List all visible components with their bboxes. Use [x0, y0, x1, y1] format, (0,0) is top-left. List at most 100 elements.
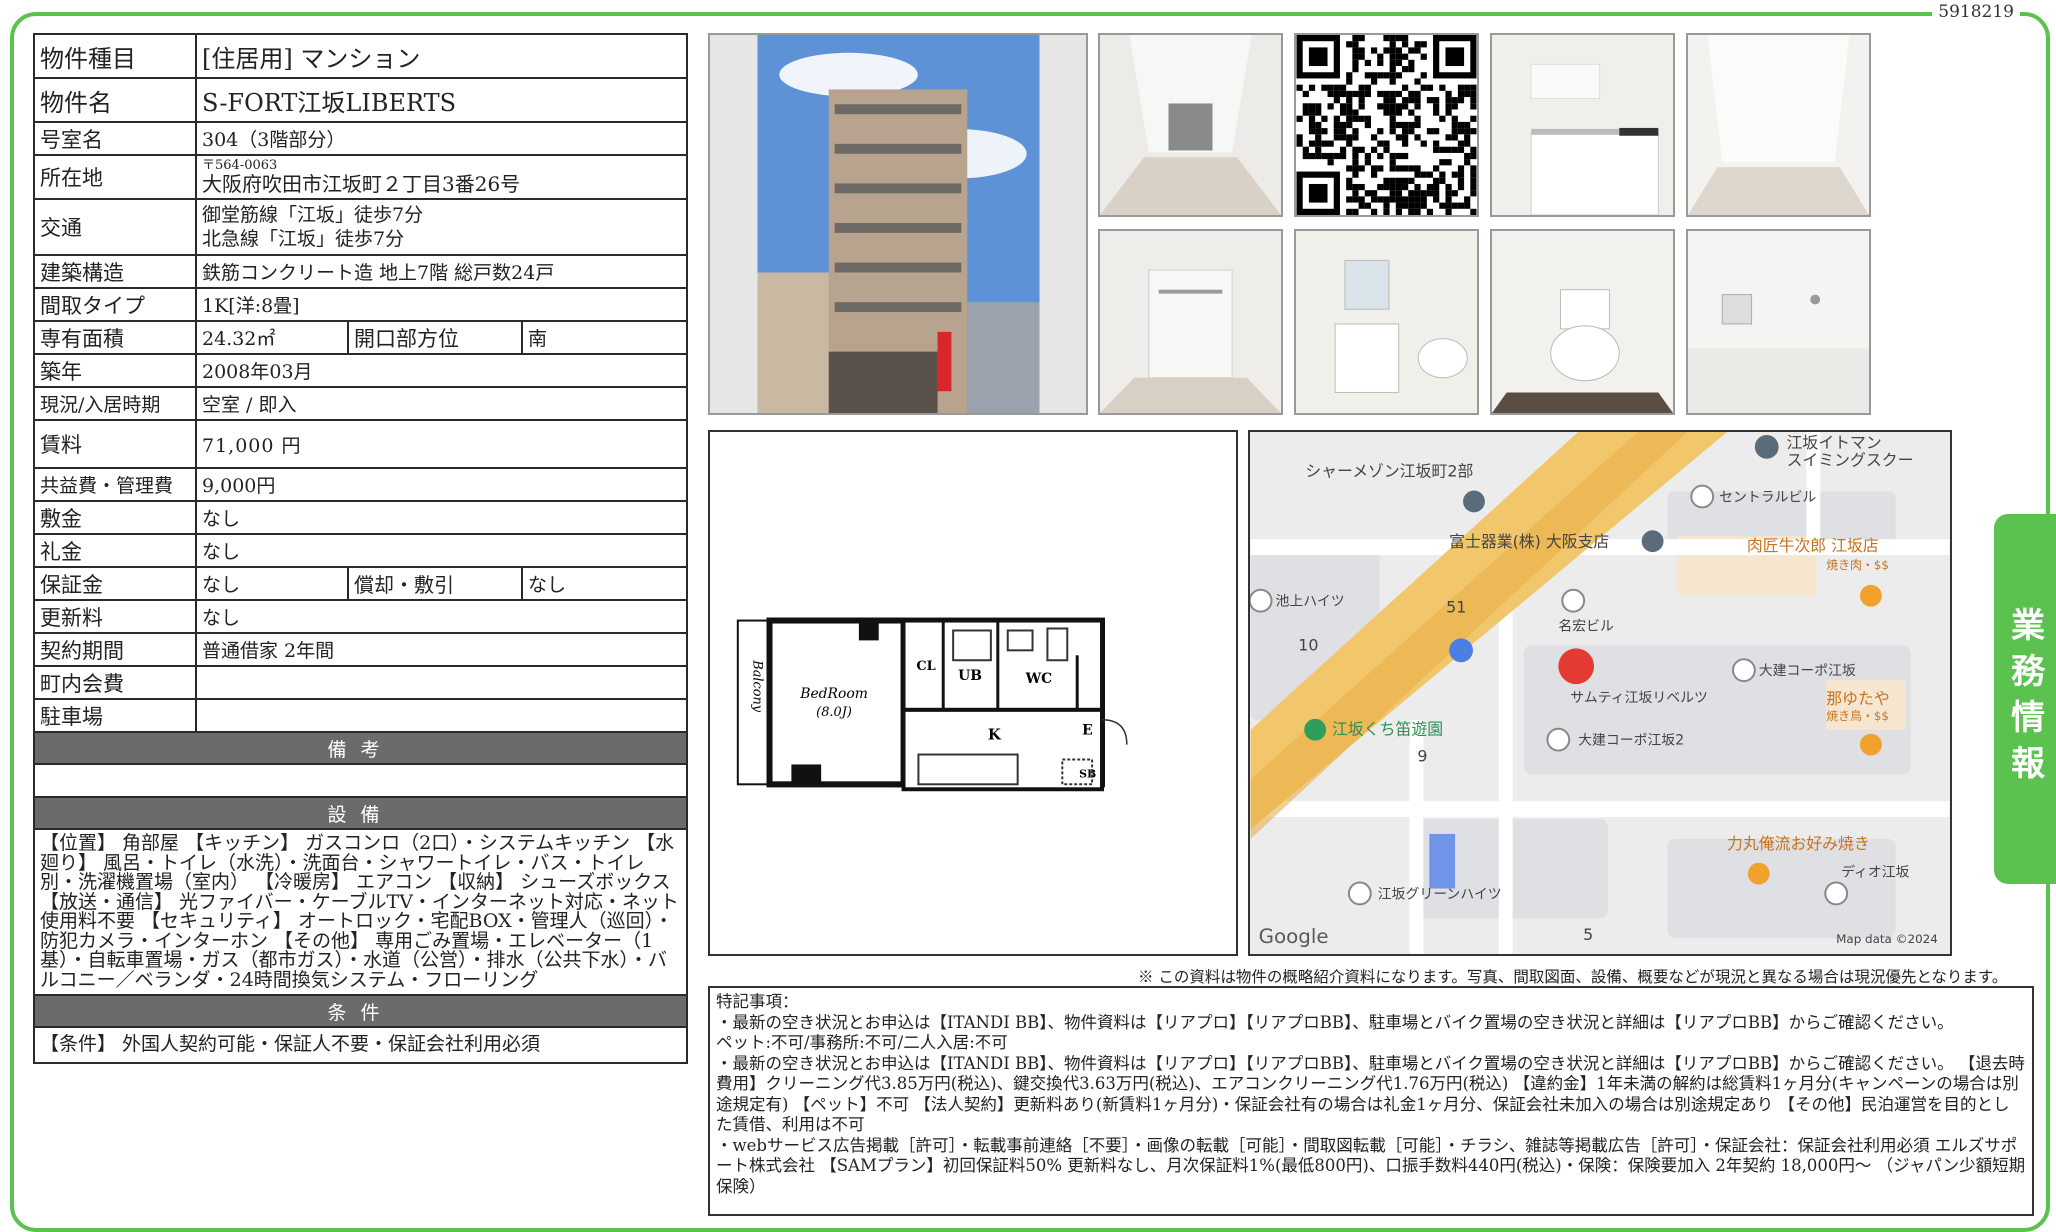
map-label-central: セントラルビル — [1719, 489, 1816, 505]
disclaimer-text: ※ この資料は物件の概略紹介資料になります。写真、間取図面、設備、概要などが現況… — [1138, 968, 2008, 986]
amort-label: 償却・敷引 — [347, 566, 523, 601]
balcony-label: Balcony — [750, 659, 765, 713]
location-map[interactable]: 江坂イトマン スイミングスクー シャーメゾン江坂町2部 セントラルビル 富士器業… — [1248, 430, 1952, 956]
key-money-value: なし — [194, 533, 689, 568]
map-num-5: 5 — [1583, 925, 1593, 944]
conditions-body: 【条件】 外国人契約可能・保証人不要・保証会社利用必須 — [32, 1026, 689, 1064]
map-num-10: 10 — [1298, 635, 1318, 654]
guarantee-value: なし — [195, 566, 349, 601]
map-label-ikegami: 池上ハイツ — [1275, 594, 1344, 610]
contract-value: 普通借家 2年間 — [194, 632, 689, 667]
renewal-value: なし — [194, 599, 689, 634]
shoebox-label: SB — [1079, 767, 1096, 780]
type-label: 物件種目 — [33, 33, 197, 79]
address-label: 所在地 — [33, 154, 197, 200]
remarks-line: ・最新の空き状況とお申込は【ITANDI BB】、物件資料は【リアプロ】【リアプ… — [716, 1012, 1954, 1032]
map-num-9: 9 — [1417, 746, 1427, 765]
layout-value: 1K[洋:8畳] — [194, 287, 689, 322]
map-label-green-heights: 江坂グリーンハイツ — [1378, 886, 1502, 902]
fee-value: 9,000円 — [194, 467, 689, 502]
kitchen-label: K — [988, 726, 1002, 744]
parking-value — [194, 698, 689, 733]
map-num-51: 51 — [1446, 598, 1466, 617]
map-label-daiken: 大建コーポ江坂 — [1759, 663, 1856, 679]
key-money-label: 礼金 — [33, 533, 197, 568]
town-fee-label: 町内会費 — [33, 665, 197, 700]
remarks-line: 特記事項： — [716, 992, 799, 1011]
structure-value: 鉄筋コンクリート造 地上7階 総戸数24戸 — [194, 254, 689, 289]
room-photo-1[interactable] — [1098, 33, 1283, 217]
area-label: 専有面積 — [33, 320, 197, 355]
business-info-tab[interactable]: 業務情報 — [1994, 514, 2056, 884]
deposit-label: 敷金 — [33, 500, 197, 535]
name-label: 物件名 — [33, 77, 197, 123]
contract-label: 契約期間 — [33, 632, 197, 667]
special-remarks: 特記事項： ・最新の空き状況とお申込は【ITANDI BB】、物件資料は【リアプ… — [708, 986, 2034, 1216]
address-value: 大阪府吹田市江坂町２丁目3番26号 — [202, 172, 521, 196]
room-photo-2[interactable] — [1686, 33, 1871, 217]
document-code: 5918219 — [1932, 2, 2020, 22]
map-label-nayutaya: 那ゆたや — [1826, 689, 1889, 708]
map-label-dio: ディオ江坂 — [1841, 864, 1910, 881]
facility-body: 【位置】 角部屋 【キッチン】 ガスコンロ（2口）・システムキッチン 【水廻り】… — [32, 828, 689, 996]
remarks-line: ・webサービス広告掲載［許可］・転載事前連絡［不要］・画像の転載［可能］・間取… — [716, 1135, 2026, 1196]
kitchen-photo[interactable] — [1490, 33, 1675, 217]
parking-label: 駐車場 — [33, 698, 197, 733]
google-logo: Google — [1259, 925, 1329, 948]
guarantee-label: 保証金 — [33, 566, 197, 601]
bathroom-photo[interactable] — [1686, 229, 1871, 415]
remarks-line: ペット:不可/事務所:不可/二人入居:不可 — [716, 1033, 1008, 1052]
map-label-nayutaya-sub: 焼き鳥・$$ — [1826, 709, 1889, 723]
map-label-meiko: 名宏ビル — [1558, 618, 1614, 634]
name-value: S-FORT江坂LIBERTS — [194, 77, 689, 123]
built-value: 2008年03月 — [194, 353, 689, 388]
status-label: 現況/入居時期 — [33, 386, 197, 421]
direction-value: 南 — [520, 320, 689, 355]
direction-label: 開口部方位 — [347, 320, 523, 355]
wc-label: WC — [1025, 671, 1053, 687]
rent-label: 賃料 — [33, 419, 197, 469]
property-spec-table: 物件種目 [住居用] マンション 物件名 S-FORT江坂LIBERTS 号室名… — [32, 33, 689, 1064]
conditions-heading: 条件 — [32, 994, 689, 1028]
fee-label: 共益費・管理費 — [33, 467, 197, 502]
map-label-nikusho-sub: 焼き肉・$$ — [1826, 558, 1889, 572]
entrance-label: E — [1082, 723, 1093, 739]
built-label: 築年 — [33, 353, 197, 388]
rent-value: 71,000 円 — [194, 419, 689, 469]
closet-photo[interactable] — [1098, 229, 1283, 415]
renewal-label: 更新料 — [33, 599, 197, 634]
map-label-nikusho: 肉匠牛次郎 江坂店 — [1747, 536, 1879, 555]
notes-body — [32, 763, 689, 798]
access-line-2: 北急線「江坂」徒歩7分 — [202, 228, 405, 250]
business-info-tab-label: 業務情報 — [2004, 607, 2045, 791]
type-value: [住居用] マンション — [194, 33, 689, 79]
status-value: 空室 / 即入 — [194, 386, 689, 421]
unit-bath-label: UB — [958, 668, 982, 684]
amort-value: なし — [520, 566, 689, 601]
remarks-line: ・最新の空き状況とお申込は【ITANDI BB】、物件資料は【リアプロ】【リアプ… — [716, 1053, 2025, 1135]
map-label-fujikigyo: 富士器業(株) 大阪支店 — [1449, 532, 1609, 551]
facility-heading: 設備 — [32, 796, 689, 830]
building-exterior-photo[interactable] — [708, 33, 1088, 415]
deposit-value: なし — [194, 500, 689, 535]
toilet-photo[interactable] — [1490, 229, 1675, 415]
bedroom-size-label: (8.0J) — [816, 705, 852, 720]
area-value: 24.32㎡ — [195, 320, 349, 355]
layout-label: 間取タイプ — [33, 287, 197, 322]
map-label-rikimaru: 力丸俺流お好み焼き — [1727, 834, 1870, 853]
map-label-daiken2: 大建コーポ江坂2 — [1578, 733, 1684, 749]
structure-label: 建築構造 — [33, 254, 197, 289]
washroom-photo[interactable] — [1294, 229, 1479, 415]
room-value: 304（3階部分） — [194, 121, 689, 156]
map-label-samty: サムティ江坂リベルツ — [1570, 690, 1708, 706]
floor-plan[interactable]: Balcony BedRoom (8.0J) CL UB WC K E SB — [708, 430, 1238, 956]
map-label-itoman-2: スイミングスクー — [1787, 451, 1914, 470]
bedroom-label: BedRoom — [799, 686, 868, 702]
map-label-itoman: 江坂イトマン — [1787, 433, 1882, 452]
qr-code[interactable] — [1294, 33, 1479, 217]
town-fee-value — [194, 665, 689, 700]
map-label-sharmaison: シャーメゾン江坂町2部 — [1305, 462, 1473, 481]
closet-label: CL — [916, 659, 935, 674]
access-label: 交通 — [33, 198, 197, 256]
notes-heading: 備考 — [32, 731, 689, 765]
